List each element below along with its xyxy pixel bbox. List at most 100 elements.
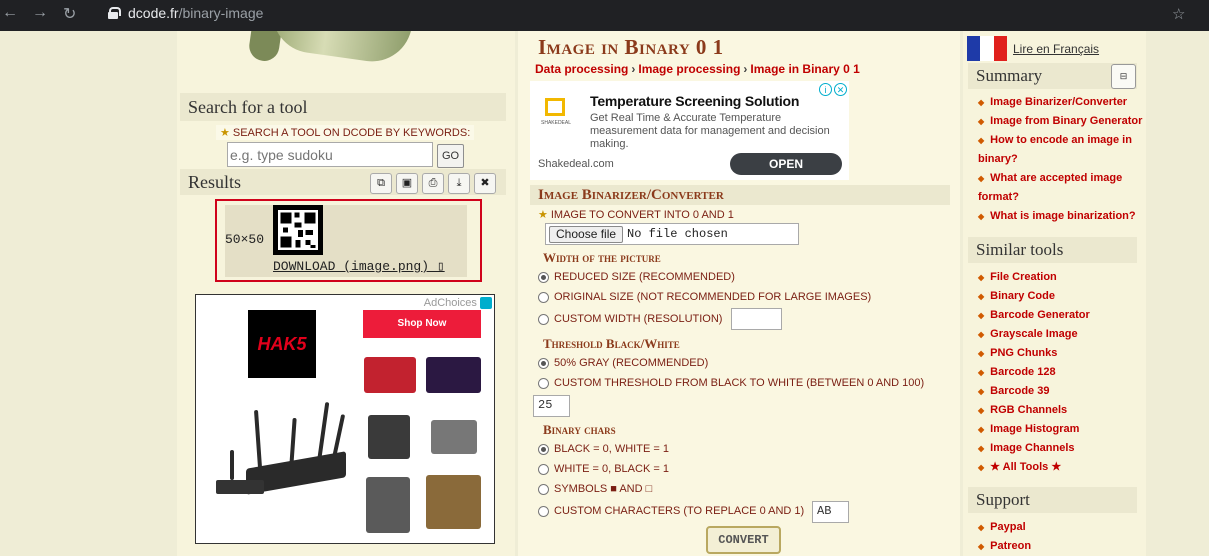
- file-status: No file chosen: [627, 227, 728, 241]
- patreon-link[interactable]: ◆ Patreon: [978, 537, 1148, 556]
- summary-link[interactable]: ◆ Image Binarizer/Converter: [978, 93, 1148, 112]
- product-image: [368, 415, 410, 459]
- similar-tool-link[interactable]: ◆ Grayscale Image: [978, 325, 1148, 344]
- promo-heading: Temperature Screening Solution: [590, 93, 800, 109]
- router-product-image: [216, 402, 351, 505]
- radio-button[interactable]: [538, 377, 549, 389]
- info-icon: i: [819, 83, 832, 96]
- threshold-option-custom[interactable]: CUSTOM THRESHOLD FROM BLACK TO WHITE (BE…: [538, 377, 924, 389]
- shakedeal-logo: SHAKEDEAL: [541, 94, 573, 128]
- hak5-advertisement[interactable]: AdChoices HAK5 Shop Now: [195, 294, 495, 544]
- close-icon[interactable]: ✖: [474, 173, 496, 194]
- threshold-input[interactable]: 25: [533, 395, 570, 417]
- similar-tool-link[interactable]: ◆ Image Histogram: [978, 420, 1148, 439]
- star-icon: ★: [220, 127, 230, 139]
- search-input[interactable]: [227, 142, 433, 167]
- promo-advertisement[interactable]: SHAKEDEAL Temperature Screening Solution…: [530, 81, 849, 180]
- product-image: [431, 420, 477, 454]
- similar-tool-link[interactable]: ◆ File Creation: [978, 268, 1148, 287]
- threshold-option-gray[interactable]: 50% GRAY (RECOMMENDED): [538, 357, 708, 369]
- promo-site: Shakedeal.com: [538, 158, 614, 170]
- product-image: [426, 357, 481, 393]
- similar-tool-link[interactable]: ◆ PNG Chunks: [978, 344, 1148, 363]
- summary-link[interactable]: ◆ What are accepted image format?: [978, 169, 1138, 207]
- adchoices-label[interactable]: AdChoices: [424, 297, 492, 310]
- dcode-logo-image[interactable]: [230, 31, 470, 91]
- page-title: Image in Binary 0 1: [538, 35, 724, 59]
- custom-width-input[interactable]: [731, 308, 782, 330]
- chars-title: Binary chars: [543, 422, 616, 437]
- go-button[interactable]: GO: [437, 144, 464, 168]
- french-flag-icon[interactable]: [967, 36, 1007, 61]
- promo-open-button[interactable]: OPEN: [730, 153, 842, 175]
- browser-toolbar: ← → ↻ dcode.fr/binary-image ☆: [0, 0, 1209, 31]
- shop-now-button[interactable]: Shop Now: [363, 310, 481, 338]
- product-image: [366, 477, 410, 533]
- breadcrumb: Data processing › Image processing › Image i…: [535, 62, 860, 76]
- similar-tool-link[interactable]: ◆ Binary Code: [978, 287, 1148, 306]
- summary-link[interactable]: ◆ How to encode an image in binary?: [978, 131, 1148, 169]
- support-title: Support: [968, 487, 1137, 513]
- result-size: 50×50: [225, 232, 265, 247]
- chars-option-white0[interactable]: WHITE = 0, BLACK = 1: [538, 463, 669, 475]
- page: Search for a tool ★ SEARCH A TOOL ON DCOD…: [0, 31, 1209, 556]
- promo-description: Get Real Time & Accurate Temperature mea…: [590, 112, 830, 150]
- summary-link[interactable]: ◆ Image from Binary Generator: [978, 112, 1148, 131]
- hak5-logo: HAK5: [248, 310, 316, 378]
- all-tools-link[interactable]: ◆ ★ All Tools ★: [978, 458, 1148, 477]
- similar-tools-title: Similar tools: [968, 237, 1137, 263]
- download-image-link[interactable]: DOWNLOAD (image.png) ▯: [273, 259, 445, 274]
- copy-icon[interactable]: ⧉: [370, 173, 392, 194]
- forward-arrow-icon[interactable]: →: [32, 4, 48, 22]
- threshold-title: Threshold Black/White: [543, 336, 680, 351]
- collapse-icon[interactable]: ⊟: [1111, 64, 1136, 89]
- reload-icon[interactable]: ↻: [63, 4, 76, 24]
- similar-tool-link[interactable]: ◆ RGB Channels: [978, 401, 1148, 420]
- radio-button[interactable]: [538, 357, 549, 369]
- language-link[interactable]: Lire en Français: [1013, 42, 1099, 56]
- radio-button[interactable]: [538, 443, 549, 455]
- close-icon: ✕: [834, 83, 847, 96]
- product-image: [426, 475, 481, 529]
- summary-link[interactable]: ◆ What is image binarization?: [978, 207, 1148, 226]
- bookmark-star-icon[interactable]: ☆: [1172, 5, 1185, 23]
- convert-button[interactable]: CONVERT: [706, 526, 781, 554]
- adchoices-icon: [480, 297, 492, 310]
- width-title: Width of the picture: [543, 250, 661, 265]
- choose-file-button[interactable]: Choose file: [549, 226, 624, 243]
- breadcrumb-item[interactable]: Image processing: [638, 62, 740, 76]
- similar-tool-link[interactable]: ◆ Barcode 39: [978, 382, 1148, 401]
- similar-tool-link[interactable]: ◆ Image Channels: [978, 439, 1148, 458]
- screenshot-icon[interactable]: ▣: [396, 173, 418, 194]
- search-section-title: Search for a tool: [180, 93, 506, 121]
- ad-info-icons[interactable]: i ✕: [819, 83, 847, 96]
- radio-button[interactable]: [538, 463, 549, 475]
- width-option-custom[interactable]: CUSTOM WIDTH (RESOLUTION): [538, 313, 722, 325]
- lock-icon: [108, 7, 121, 19]
- paypal-link[interactable]: ◆ Paypal: [978, 518, 1148, 537]
- chars-option-symbols[interactable]: SYMBOLS ■ AND □: [538, 483, 652, 495]
- print-icon[interactable]: ⎙: [422, 173, 444, 194]
- star-icon: ★: [538, 209, 548, 221]
- radio-button[interactable]: [538, 313, 549, 325]
- similar-tool-link[interactable]: ◆ Barcode Generator: [978, 306, 1148, 325]
- address-bar[interactable]: dcode.fr/binary-image: [128, 5, 263, 21]
- radio-button[interactable]: [538, 483, 549, 495]
- breadcrumb-item[interactable]: Image in Binary 0 1: [750, 62, 859, 76]
- chars-option-custom[interactable]: CUSTOM CHARACTERS (TO REPLACE 0 AND 1): [538, 505, 804, 517]
- converter-title: Image Binarizer/Converter: [530, 185, 950, 205]
- product-image: [364, 357, 416, 393]
- breadcrumb-item[interactable]: Data processing: [535, 62, 628, 76]
- width-option-original[interactable]: ORIGINAL SIZE (NOT RECOMMENDED FOR LARGE…: [538, 291, 871, 303]
- back-arrow-icon[interactable]: ←: [2, 4, 18, 22]
- download-icon[interactable]: ⤓: [448, 173, 470, 194]
- radio-button[interactable]: [538, 291, 549, 303]
- search-label: ★ SEARCH A TOOL ON DCODE BY KEYWORDS:: [216, 125, 475, 140]
- width-option-reduced[interactable]: REDUCED SIZE (RECOMMENDED): [538, 271, 735, 283]
- similar-tool-link[interactable]: ◆ Barcode 128: [978, 363, 1148, 382]
- radio-button[interactable]: [538, 505, 549, 517]
- radio-button[interactable]: [538, 271, 549, 283]
- chars-option-black0[interactable]: BLACK = 0, WHITE = 1: [538, 443, 669, 455]
- custom-chars-input[interactable]: AB: [812, 501, 849, 523]
- file-input[interactable]: Choose file No file chosen: [545, 223, 799, 245]
